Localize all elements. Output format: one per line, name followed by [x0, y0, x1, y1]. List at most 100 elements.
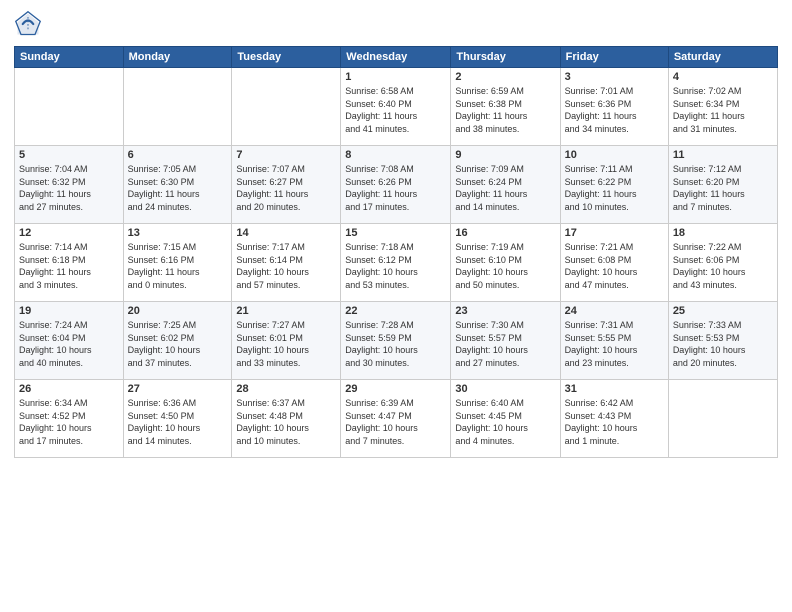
day-number: 11: [673, 149, 773, 161]
calendar-cell: 15 Sunrise: 7:18 AM Sunset: 6:12 PM Dayli…: [341, 224, 451, 302]
day-number: 7: [236, 149, 336, 161]
day-info: Sunrise: 7:21 AM Sunset: 6:08 PM Dayligh…: [565, 241, 664, 291]
weekday-header-monday: Monday: [123, 47, 232, 68]
calendar-cell: 16 Sunrise: 7:19 AM Sunset: 6:10 PM Dayli…: [451, 224, 560, 302]
weekday-header-friday: Friday: [560, 47, 668, 68]
day-info: Sunrise: 7:07 AM Sunset: 6:27 PM Dayligh…: [236, 163, 336, 213]
day-number: 23: [455, 305, 555, 317]
day-number: 28: [236, 383, 336, 395]
page: SundayMondayTuesdayWednesdayThursdayFrid…: [0, 0, 792, 612]
day-number: 27: [128, 383, 228, 395]
day-number: 29: [345, 383, 446, 395]
day-number: 6: [128, 149, 228, 161]
day-info: Sunrise: 7:14 AM Sunset: 6:18 PM Dayligh…: [19, 241, 119, 291]
weekday-header-saturday: Saturday: [668, 47, 777, 68]
day-number: 26: [19, 383, 119, 395]
day-info: Sunrise: 7:02 AM Sunset: 6:34 PM Dayligh…: [673, 85, 773, 135]
day-number: 22: [345, 305, 446, 317]
calendar-cell: [668, 380, 777, 458]
weekday-header-tuesday: Tuesday: [232, 47, 341, 68]
day-info: Sunrise: 7:09 AM Sunset: 6:24 PM Dayligh…: [455, 163, 555, 213]
calendar-cell: 8 Sunrise: 7:08 AM Sunset: 6:26 PM Daylig…: [341, 146, 451, 224]
day-number: 3: [565, 71, 664, 83]
day-info: Sunrise: 6:34 AM Sunset: 4:52 PM Dayligh…: [19, 397, 119, 447]
calendar-cell: 24 Sunrise: 7:31 AM Sunset: 5:55 PM Dayli…: [560, 302, 668, 380]
day-number: 9: [455, 149, 555, 161]
calendar-cell: 31 Sunrise: 6:42 AM Sunset: 4:43 PM Dayli…: [560, 380, 668, 458]
calendar-cell: 22 Sunrise: 7:28 AM Sunset: 5:59 PM Dayli…: [341, 302, 451, 380]
week-row-1: 1 Sunrise: 6:58 AM Sunset: 6:40 PM Daylig…: [15, 68, 778, 146]
logo: [14, 10, 46, 38]
day-info: Sunrise: 7:05 AM Sunset: 6:30 PM Dayligh…: [128, 163, 228, 213]
calendar-cell: 13Sunrise: 7:15 AM Sunset: 6:16 PM Dayli…: [123, 224, 232, 302]
header: [14, 10, 778, 38]
day-info: Sunrise: 7:30 AM Sunset: 5:57 PM Dayligh…: [455, 319, 555, 369]
day-info: Sunrise: 6:59 AM Sunset: 6:38 PM Dayligh…: [455, 85, 555, 135]
logo-icon: [14, 10, 42, 38]
day-info: Sunrise: 7:01 AM Sunset: 6:36 PM Dayligh…: [565, 85, 664, 135]
day-number: 4: [673, 71, 773, 83]
day-info: Sunrise: 7:33 AM Sunset: 5:53 PM Dayligh…: [673, 319, 773, 369]
day-info: Sunrise: 6:42 AM Sunset: 4:43 PM Dayligh…: [565, 397, 664, 447]
calendar-cell: 11 Sunrise: 7:12 AM Sunset: 6:20 PM Dayli…: [668, 146, 777, 224]
calendar-table: SundayMondayTuesdayWednesdayThursdayFrid…: [14, 46, 778, 458]
day-number: 14: [236, 227, 336, 239]
day-info: Sunrise: 6:58 AM Sunset: 6:40 PM Dayligh…: [345, 85, 446, 135]
calendar-cell: 21 Sunrise: 7:27 AM Sunset: 6:01 PM Dayli…: [232, 302, 341, 380]
day-info: Sunrise: 6:39 AM Sunset: 4:47 PM Dayligh…: [345, 397, 446, 447]
day-info: Sunrise: 7:28 AM Sunset: 5:59 PM Dayligh…: [345, 319, 446, 369]
calendar-cell: 6 Sunrise: 7:05 AM Sunset: 6:30 PM Daylig…: [123, 146, 232, 224]
calendar-cell: 10 Sunrise: 7:11 AM Sunset: 6:22 PM Dayli…: [560, 146, 668, 224]
calendar-cell: [232, 68, 341, 146]
day-number: 12: [19, 227, 119, 239]
day-info: Sunrise: 7:08 AM Sunset: 6:26 PM Dayligh…: [345, 163, 446, 213]
day-info: Sunrise: 7:24 AM Sunset: 6:04 PM Dayligh…: [19, 319, 119, 369]
calendar-cell: 27 Sunrise: 6:36 AM Sunset: 4:50 PM Dayli…: [123, 380, 232, 458]
calendar-cell: 9 Sunrise: 7:09 AM Sunset: 6:24 PM Daylig…: [451, 146, 560, 224]
day-info: Sunrise: 6:36 AM Sunset: 4:50 PM Dayligh…: [128, 397, 228, 447]
day-number: 20: [128, 305, 228, 317]
week-row-3: 12 Sunrise: 7:14 AM Sunset: 6:18 PM Dayli…: [15, 224, 778, 302]
day-info: Sunrise: 7:12 AM Sunset: 6:20 PM Dayligh…: [673, 163, 773, 213]
weekday-header-thursday: Thursday: [451, 47, 560, 68]
calendar-cell: 2Sunrise: 6:59 AM Sunset: 6:38 PM Daylig…: [451, 68, 560, 146]
calendar-cell: 20 Sunrise: 7:25 AM Sunset: 6:02 PM Dayli…: [123, 302, 232, 380]
calendar-cell: [123, 68, 232, 146]
day-number: 10: [565, 149, 664, 161]
day-number: 18: [673, 227, 773, 239]
calendar-cell: 23 Sunrise: 7:30 AM Sunset: 5:57 PM Dayli…: [451, 302, 560, 380]
day-number: 21: [236, 305, 336, 317]
day-number: 15: [345, 227, 446, 239]
day-info: Sunrise: 7:18 AM Sunset: 6:12 PM Dayligh…: [345, 241, 446, 291]
calendar-cell: 17 Sunrise: 7:21 AM Sunset: 6:08 PM Dayli…: [560, 224, 668, 302]
calendar-cell: 25 Sunrise: 7:33 AM Sunset: 5:53 PM Dayli…: [668, 302, 777, 380]
weekday-header-row: SundayMondayTuesdayWednesdayThursdayFrid…: [15, 47, 778, 68]
calendar-cell: 4 Sunrise: 7:02 AM Sunset: 6:34 PM Daylig…: [668, 68, 777, 146]
day-info: Sunrise: 7:31 AM Sunset: 5:55 PM Dayligh…: [565, 319, 664, 369]
day-number: 25: [673, 305, 773, 317]
day-number: 31: [565, 383, 664, 395]
day-number: 1: [345, 71, 446, 83]
day-info: Sunrise: 7:22 AM Sunset: 6:06 PM Dayligh…: [673, 241, 773, 291]
day-info: Sunrise: 7:19 AM Sunset: 6:10 PM Dayligh…: [455, 241, 555, 291]
calendar-cell: 19 Sunrise: 7:24 AM Sunset: 6:04 PM Dayli…: [15, 302, 124, 380]
day-info: Sunrise: 7:27 AM Sunset: 6:01 PM Dayligh…: [236, 319, 336, 369]
calendar-cell: [15, 68, 124, 146]
day-info: Sunrise: 7:11 AM Sunset: 6:22 PM Dayligh…: [565, 163, 664, 213]
calendar-cell: 26 Sunrise: 6:34 AM Sunset: 4:52 PM Dayli…: [15, 380, 124, 458]
weekday-header-wednesday: Wednesday: [341, 47, 451, 68]
day-number: 24: [565, 305, 664, 317]
day-number: 16: [455, 227, 555, 239]
calendar-cell: 3 Sunrise: 7:01 AM Sunset: 6:36 PM Daylig…: [560, 68, 668, 146]
calendar-cell: 1 Sunrise: 6:58 AM Sunset: 6:40 PM Daylig…: [341, 68, 451, 146]
day-info: Sunrise: 7:25 AM Sunset: 6:02 PM Dayligh…: [128, 319, 228, 369]
day-number: 5: [19, 149, 119, 161]
week-row-5: 26 Sunrise: 6:34 AM Sunset: 4:52 PM Dayli…: [15, 380, 778, 458]
calendar-cell: 30 Sunrise: 6:40 AM Sunset: 4:45 PM Dayli…: [451, 380, 560, 458]
day-number: 30: [455, 383, 555, 395]
day-number: 19: [19, 305, 119, 317]
calendar-cell: 7 Sunrise: 7:07 AM Sunset: 6:27 PM Daylig…: [232, 146, 341, 224]
day-number: 8: [345, 149, 446, 161]
day-info: Sunrise: 6:40 AM Sunset: 4:45 PM Dayligh…: [455, 397, 555, 447]
day-number: 17: [565, 227, 664, 239]
